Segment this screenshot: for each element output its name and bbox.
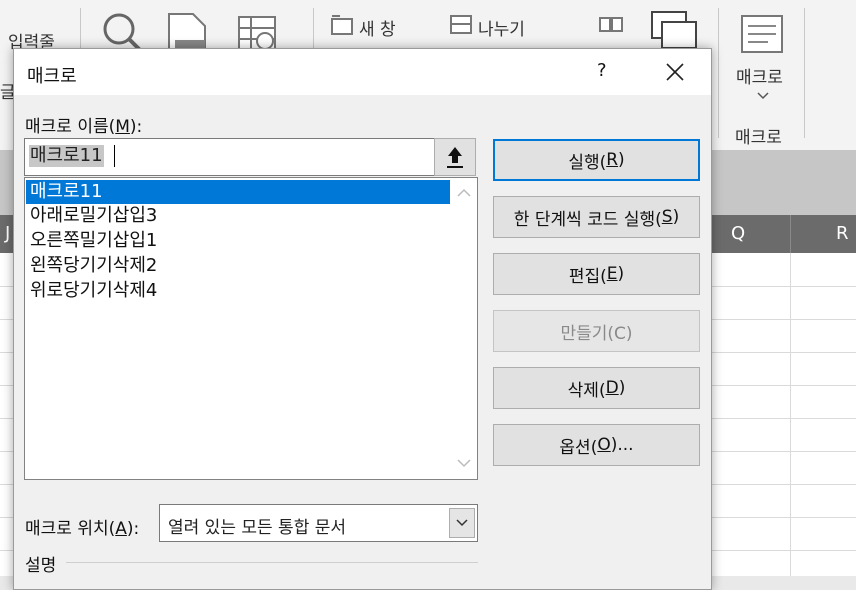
close-icon[interactable] bbox=[664, 61, 686, 83]
macro-list-item[interactable]: 아래로밀기삽입3 bbox=[26, 204, 450, 228]
macro-list-item[interactable]: 오른쪽밀기삽입1 bbox=[26, 229, 450, 253]
macro-list-item[interactable]: 왼쪽당기기삭제2 bbox=[26, 254, 450, 278]
description-label: 설명 bbox=[25, 556, 57, 576]
column-header-j[interactable]: J bbox=[5, 223, 10, 244]
ribbon-separator bbox=[804, 8, 805, 138]
ribbon-separator bbox=[718, 8, 719, 138]
switch-windows-icon[interactable] bbox=[648, 10, 698, 50]
run-button[interactable]: 실행(R) bbox=[493, 139, 700, 181]
macro-location-label: 매크로 위치(A): bbox=[25, 519, 140, 539]
macro-list-item[interactable]: 위로당기기삭제4 bbox=[26, 279, 450, 303]
split-icon[interactable] bbox=[449, 14, 473, 36]
view-side-by-side-icon[interactable] bbox=[598, 16, 624, 34]
macro-list-item[interactable]: 매크로11 bbox=[26, 180, 450, 204]
collapse-dialog-button[interactable] bbox=[434, 138, 476, 176]
column-header-q[interactable]: Q bbox=[731, 223, 745, 244]
dropdown-button[interactable] bbox=[449, 508, 475, 538]
macro-location-value: 열려 있는 모든 통합 문서 bbox=[168, 518, 347, 538]
help-button[interactable]: ? bbox=[597, 60, 607, 81]
scroll-down-icon[interactable] bbox=[457, 458, 471, 468]
new-window-icon[interactable] bbox=[330, 14, 354, 36]
column-divider bbox=[790, 215, 791, 253]
macro-location-select[interactable]: 열려 있는 모든 통합 문서 bbox=[159, 504, 478, 542]
delete-button[interactable]: 삭제(D) bbox=[493, 367, 700, 409]
description-divider bbox=[66, 562, 478, 563]
macros-button-label[interactable]: 매크로 bbox=[736, 63, 783, 88]
edit-button[interactable]: 편집(E) bbox=[493, 253, 700, 295]
dialog-title: 매크로 bbox=[27, 66, 77, 87]
new-window-label[interactable]: 새 창 bbox=[359, 15, 396, 40]
create-button: 만들기(C) bbox=[493, 310, 700, 352]
scroll-up-icon[interactable] bbox=[457, 188, 471, 198]
list-scrollbar[interactable] bbox=[451, 178, 477, 479]
macro-name-input[interactable]: 매크로11 bbox=[24, 138, 442, 176]
text-caret bbox=[114, 145, 115, 167]
chevron-down-icon bbox=[456, 519, 468, 527]
options-button[interactable]: 옵션(O)... bbox=[493, 424, 700, 466]
macro-name-value: 매크로11 bbox=[29, 145, 104, 167]
grid-column-line bbox=[790, 253, 791, 576]
dialog-titlebar[interactable]: 매크로 ? bbox=[14, 49, 711, 95]
macro-name-label: 매크로 이름(M): bbox=[25, 117, 143, 137]
step-into-button[interactable]: 한 단계씩 코드 실행(S) bbox=[493, 196, 700, 238]
split-label[interactable]: 나누기 bbox=[478, 15, 525, 40]
column-header-r[interactable]: R bbox=[836, 223, 849, 244]
up-arrow-icon bbox=[447, 147, 463, 168]
macro-list[interactable]: 매크로11 아래로밀기삽입3 오른쪽밀기삽입1 왼쪽당기기삭제2 위로당기기삭제… bbox=[24, 177, 478, 480]
macros-group-label: 매크로 bbox=[735, 128, 782, 148]
macros-icon[interactable] bbox=[740, 14, 784, 56]
macro-dialog: 매크로 ? 매크로 이름(M): 매크로11 매크로11 아래로밀기삽입3 오른… bbox=[13, 48, 712, 590]
chevron-down-icon[interactable] bbox=[757, 92, 769, 100]
